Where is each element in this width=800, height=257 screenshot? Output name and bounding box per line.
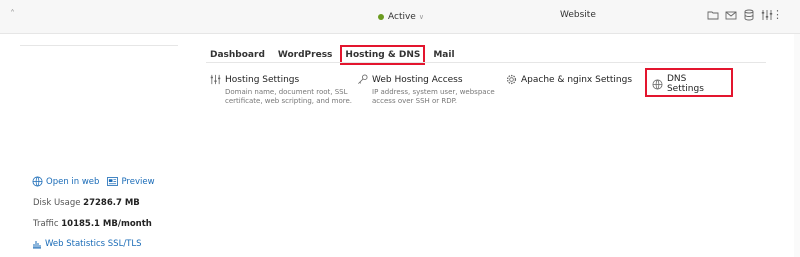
apache-nginx-settings-title: Apache & nginx Settings <box>521 74 633 85</box>
disk-usage-label: Disk Usage <box>33 198 81 208</box>
status-dot-icon <box>378 14 384 20</box>
web-statistics-link[interactable]: Web Statistics SSL/TLS <box>45 239 142 249</box>
status-label: Active <box>388 12 416 22</box>
preview-icon <box>107 177 119 186</box>
traffic-value: 10185.1 MB/month <box>61 219 152 229</box>
chevron-down-icon: ∨ <box>418 13 424 21</box>
mail-icon[interactable] <box>724 8 737 21</box>
tabs-divider <box>206 62 766 63</box>
sliders-icon <box>210 74 221 85</box>
tab-dashboard[interactable]: Dashboard <box>210 50 265 60</box>
gear-icon <box>506 74 517 85</box>
site-type-label: Website <box>560 10 596 20</box>
web-statistics: Web Statistics SSL/TLS <box>32 239 142 249</box>
database-icon[interactable] <box>742 8 755 21</box>
tab-mail[interactable]: Mail <box>433 50 454 60</box>
apache-nginx-settings-card[interactable]: Apache & nginx Settings <box>506 74 632 85</box>
dns-settings-card[interactable]: DNS Settings <box>645 68 733 97</box>
tab-wordpress[interactable]: WordPress <box>278 50 333 60</box>
hosting-settings-card[interactable]: Hosting Settings Domain name, document r… <box>210 74 360 106</box>
more-options-icon[interactable]: ⋮ <box>772 8 783 21</box>
globe-icon <box>652 79 663 89</box>
disk-usage-value: 27286.7 MB <box>83 198 140 208</box>
folder-icon[interactable] <box>706 8 719 21</box>
bar-chart-icon <box>33 241 41 249</box>
preview-link[interactable]: Preview <box>121 177 154 187</box>
open-in-web-link[interactable]: Open in web <box>46 177 99 187</box>
hosting-settings-title: Hosting Settings <box>225 74 300 85</box>
key-icon <box>358 74 368 84</box>
dns-settings-title: DNS Settings <box>666 74 704 94</box>
traffic-usage: Traffic 10185.1 MB/month <box>33 219 152 229</box>
web-hosting-access-card[interactable]: Web Hosting Access IP address, system us… <box>357 74 507 106</box>
left-panel-divider <box>20 45 178 46</box>
web-hosting-access-description: IP address, system user, webspace access… <box>372 88 495 105</box>
globe-icon <box>32 176 43 187</box>
disk-usage: Disk Usage 27286.7 MB <box>33 198 140 208</box>
hosting-settings-description: Domain name, document root, SSL certific… <box>225 88 353 105</box>
site-quick-links: Open in web Preview <box>32 176 155 187</box>
traffic-label: Traffic <box>33 219 59 229</box>
web-hosting-access-title: Web Hosting Access <box>372 74 463 85</box>
scrollbar[interactable] <box>794 34 800 257</box>
toolbar-icons <box>706 8 773 21</box>
status-dropdown[interactable]: Active ∨ <box>378 9 424 25</box>
collapse-chevron-icon[interactable]: ˄ <box>10 9 15 20</box>
top-bar: ˄ Active ∨ Website ⋮ <box>0 0 800 34</box>
